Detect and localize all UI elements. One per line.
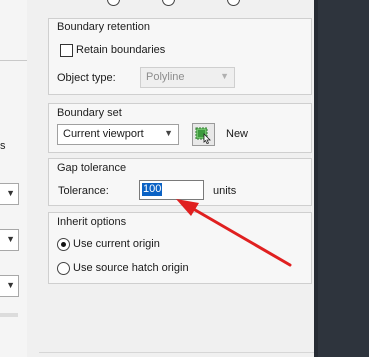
annotation-arrow-shaft bbox=[188, 205, 292, 267]
annotation-arrow-head bbox=[176, 199, 199, 216]
annotation-arrow bbox=[176, 199, 292, 267]
